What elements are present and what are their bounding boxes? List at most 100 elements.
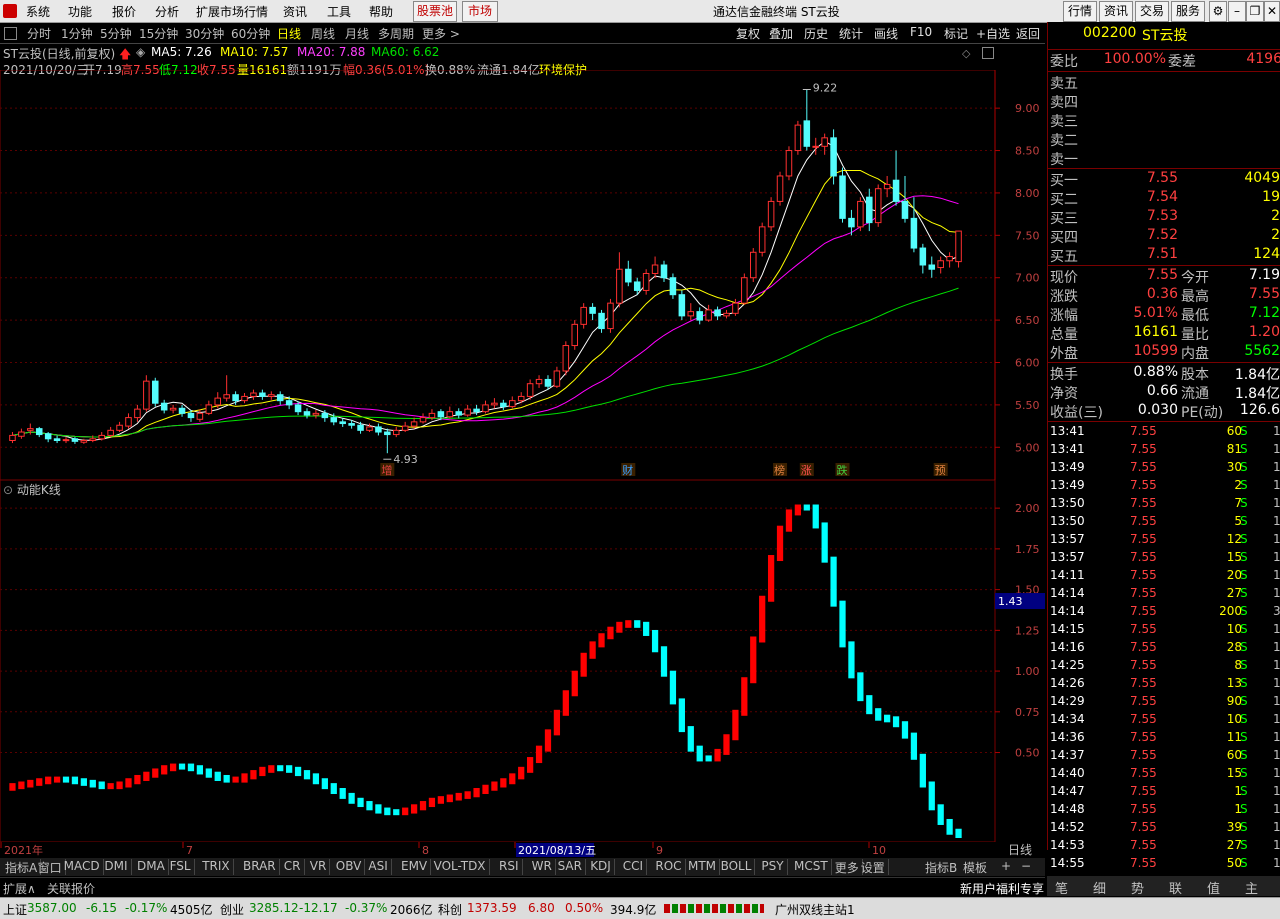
candle-body[interactable] (500, 402, 507, 408)
cy-label[interactable]: 创业 (220, 901, 244, 918)
menu-item[interactable]: 系统 (26, 3, 50, 20)
candle-body[interactable] (241, 395, 248, 402)
candle-body[interactable] (883, 183, 891, 190)
candle-body[interactable] (250, 392, 257, 397)
indicator-tab[interactable]: EMV (398, 859, 432, 875)
market-button[interactable]: 市场 (462, 1, 498, 22)
add-favorite-button[interactable]: +自选 (976, 25, 1010, 42)
candle-body[interactable] (535, 378, 543, 385)
candle-body[interactable] (482, 404, 489, 413)
tab-daily[interactable]: 日线 (277, 25, 301, 42)
candle-body[interactable] (178, 407, 186, 414)
candle-body[interactable] (375, 426, 382, 433)
indicator-tab[interactable]: WR (529, 859, 556, 875)
tab-1min[interactable]: 1分钟 (61, 25, 93, 42)
panel-tab[interactable]: 值 (1207, 878, 1220, 897)
diamond-icon[interactable]: ◇ (962, 47, 970, 60)
indicator-tab[interactable]: BOLL (718, 859, 756, 875)
candle-body[interactable] (571, 323, 579, 347)
indicator-tab[interactable]: SAR (555, 859, 586, 875)
scroll-box-icon[interactable] (982, 47, 994, 59)
candle-body[interactable] (491, 402, 498, 406)
indicator-tab[interactable]: FSL (167, 859, 195, 875)
indicator-tab[interactable]: PSY (758, 859, 788, 875)
tab-60min[interactable]: 60分钟 (231, 25, 270, 42)
candle-body[interactable] (214, 397, 222, 406)
candle-body[interactable] (776, 175, 784, 202)
candle-body[interactable] (758, 226, 766, 253)
candle-body[interactable] (741, 277, 748, 304)
menu-item[interactable]: 资讯 (283, 3, 307, 20)
candle-body[interactable] (223, 394, 230, 399)
indicator-tab[interactable]: BRAR (240, 859, 280, 875)
candle-body[interactable] (330, 417, 338, 423)
candle-body[interactable] (151, 380, 159, 404)
menu-item[interactable]: 报价 (112, 3, 136, 20)
candle-body[interactable] (312, 412, 320, 416)
candle-body[interactable] (232, 394, 239, 402)
restore-icon[interactable]: ❐ (1246, 1, 1264, 22)
candle-body[interactable] (473, 408, 480, 413)
mark-button[interactable]: 标记 (944, 25, 968, 42)
candle-body[interactable] (187, 412, 195, 419)
candle-body[interactable] (687, 311, 695, 317)
candle-body[interactable] (892, 179, 900, 202)
promo-link[interactable]: 新用户福利专享 (960, 880, 1044, 897)
panel-tab[interactable]: 主 (1245, 878, 1258, 897)
history-button[interactable]: 历史 (804, 25, 828, 42)
chevron-icon[interactable]: ◈ (136, 45, 145, 59)
candle-body[interactable] (794, 124, 802, 152)
menu-item[interactable]: 功能 (68, 3, 92, 20)
candle-body[interactable] (625, 268, 632, 283)
candle-body[interactable] (598, 312, 605, 330)
candle-body[interactable] (98, 434, 105, 440)
candle-body[interactable] (955, 230, 962, 263)
candle-body[interactable] (53, 438, 61, 442)
candle-body[interactable] (705, 309, 712, 321)
candle-body[interactable] (526, 383, 534, 397)
candle-body[interactable] (348, 423, 355, 426)
indicator-tab[interactable]: DMI (101, 859, 132, 875)
candle-body[interactable] (80, 440, 88, 443)
panel-tab[interactable]: 细 (1093, 878, 1106, 897)
tab-weekly[interactable]: 周线 (311, 25, 335, 42)
tab-5min[interactable]: 5分钟 (100, 25, 132, 42)
candle-body[interactable] (339, 421, 346, 425)
candle-body[interactable] (268, 394, 275, 397)
candle-body[interactable] (321, 412, 329, 419)
candle-body[interactable] (937, 260, 944, 269)
candle-body[interactable] (812, 145, 820, 148)
close-icon[interactable]: ✕ (1264, 1, 1280, 22)
momentum-bar-chart[interactable]: 2.001.751.501.251.000.750.501.43 (0, 480, 1045, 842)
candle-body[interactable] (125, 417, 132, 427)
candle-body[interactable] (276, 394, 284, 402)
menu-item[interactable]: 工具 (327, 3, 351, 20)
indicator-tab[interactable]: MTM (685, 859, 721, 875)
candle-body[interactable] (946, 256, 953, 262)
related-quote-tab[interactable]: 关联报价 (47, 880, 95, 897)
candle-body[interactable] (62, 439, 70, 442)
panel-tab[interactable]: 联 (1169, 878, 1182, 897)
tab-multi-period[interactable]: 多周期 (378, 25, 414, 42)
news-button[interactable]: 资讯 (1099, 1, 1133, 22)
candle-body[interactable] (401, 425, 409, 431)
menu-item[interactable]: 分析 (155, 3, 179, 20)
back-button[interactable]: 返回 (1016, 25, 1040, 42)
indicator-tab[interactable]: MCST (791, 859, 832, 875)
candle-body[interactable] (303, 411, 311, 416)
candle-body[interactable] (607, 302, 614, 330)
candle-body[interactable] (446, 411, 454, 418)
draw-button[interactable]: 画线 (874, 25, 898, 42)
event-marker[interactable]: 预 (935, 464, 946, 477)
kc-label[interactable]: 科创 (438, 901, 462, 918)
toggle-panel-icon[interactable] (4, 27, 17, 40)
stats-button[interactable]: 统计 (839, 25, 863, 42)
stock-pool-button[interactable]: 股票池 (413, 1, 457, 22)
candle-body[interactable] (785, 150, 793, 177)
candle-body[interactable] (107, 429, 114, 436)
candle-body[interactable] (89, 438, 97, 442)
candle-body[interactable] (392, 429, 400, 436)
candle-body[interactable] (580, 306, 587, 325)
candle-body[interactable] (678, 294, 686, 317)
indicator-tab[interactable]: VOL-TDX (431, 859, 490, 875)
